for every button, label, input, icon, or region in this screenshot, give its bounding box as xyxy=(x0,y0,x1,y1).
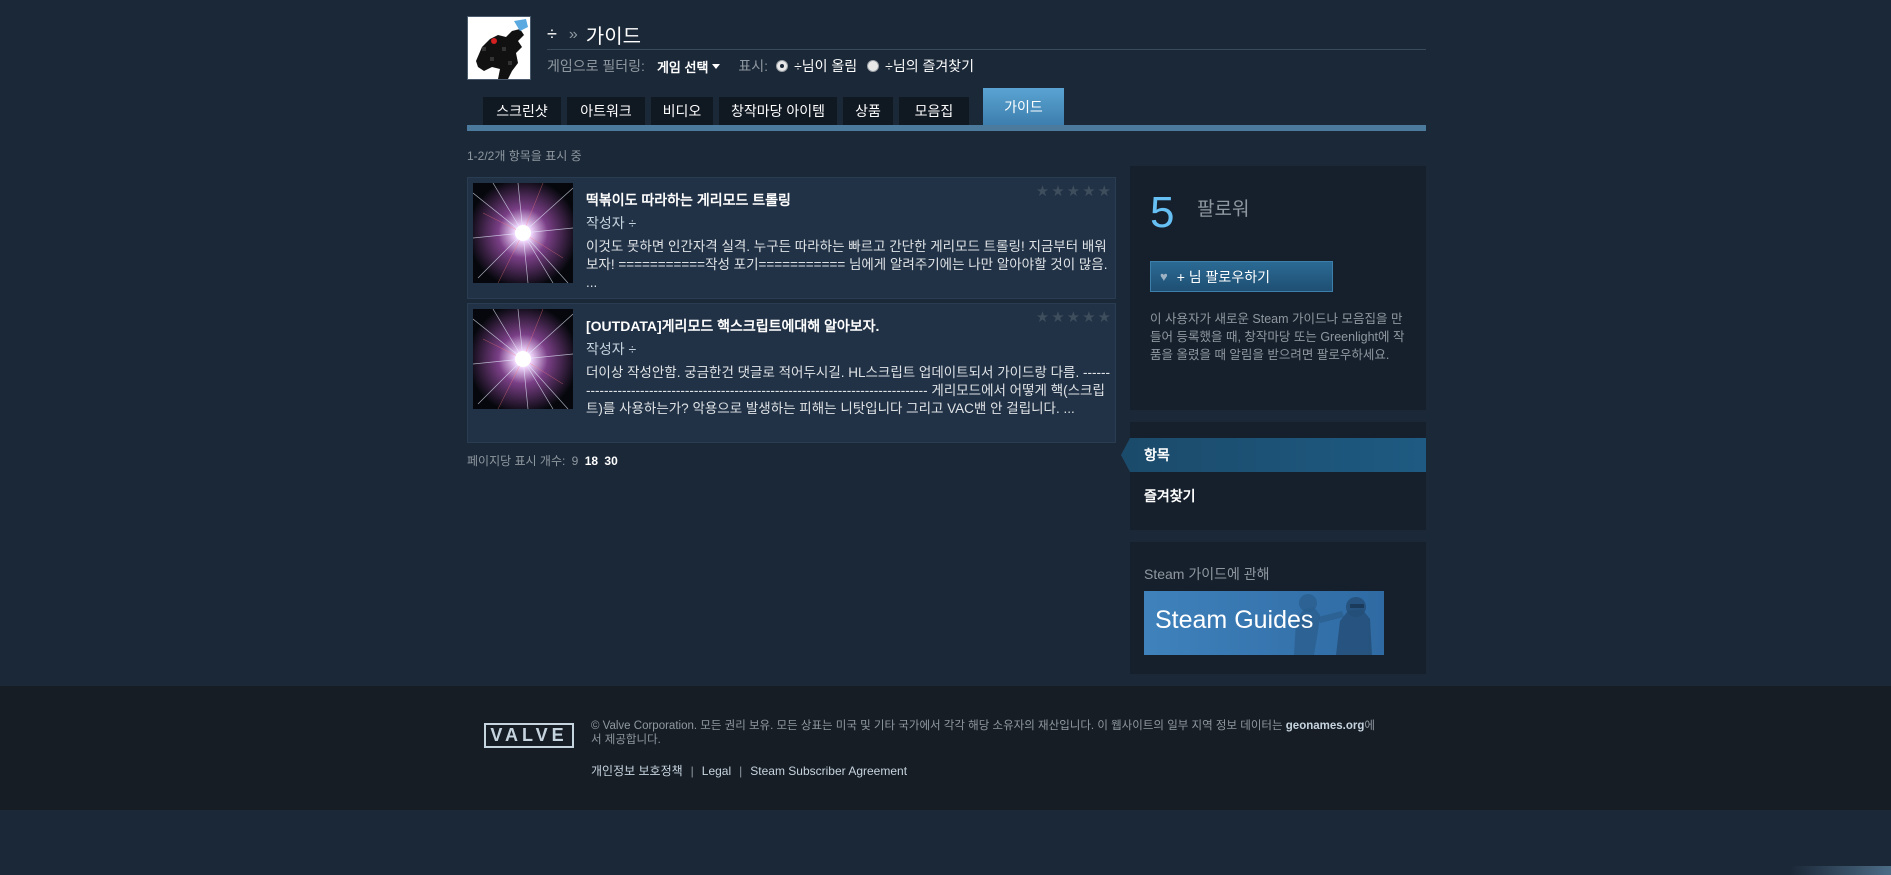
subscriber-agreement-link[interactable]: Steam Subscriber Agreement xyxy=(750,764,907,778)
game-select-dropdown[interactable]: 게임 선택 xyxy=(656,57,721,76)
tab-workshop-items[interactable]: 창작마당 아이템 xyxy=(719,97,837,125)
guide-thumbnail[interactable] xyxy=(473,183,573,283)
tab-bar: 스크린샷 아트워크 비디오 창작마당 아이템 상품 모음집 가이드 xyxy=(467,88,1426,131)
results-count: 1-2/2개 항목을 표시 중 xyxy=(467,149,582,163)
guide-title[interactable]: [OUTDATA]게리모드 핵스크립트에대해 알아보자. xyxy=(586,316,879,336)
profile-header: ÷ » 가이드 게임으로 필터링: 게임 선택 표시: ÷님이 올림 ÷님의 즐… xyxy=(467,16,1426,80)
copyright-text: © Valve Corporation. 모든 권리 보유. 모든 상표는 미국… xyxy=(591,720,1286,732)
follow-description: 이 사용자가 새로운 Steam 가이드나 모음집을 만들어 등록했을 때, 창… xyxy=(1150,312,1405,362)
avatar[interactable] xyxy=(467,16,531,80)
star-icon: ★ xyxy=(1097,183,1111,200)
follow-button[interactable]: ♥ + 님 팔로우하기 xyxy=(1150,261,1333,292)
follow-button-label: + 님 팔로우하기 xyxy=(1176,268,1270,285)
radio-uploaded[interactable] xyxy=(776,60,789,72)
guide-author: 작성자 ÷ xyxy=(586,215,637,231)
tab-merchandise[interactable]: 상품 xyxy=(843,97,893,125)
main-area: ÷ » 가이드 게임으로 필터링: 게임 선택 표시: ÷님이 올림 ÷님의 즐… xyxy=(0,0,1891,686)
tab-artwork[interactable]: 아트워크 xyxy=(567,97,645,125)
breadcrumb-separator: » xyxy=(568,25,578,43)
nav-item-favorites[interactable]: 즐겨찾기 xyxy=(1144,486,1196,506)
guide-author: 작성자 ÷ xyxy=(586,341,637,357)
footer-links: 개인정보 보호정책 | Legal | Steam Subscriber Agr… xyxy=(591,762,907,779)
star-icon: ★ xyxy=(1066,309,1081,326)
per-page-label: 페이지당 표시 개수: xyxy=(467,454,566,468)
heart-icon: ♥ xyxy=(1160,269,1168,284)
scroll-indicator xyxy=(1790,866,1891,875)
page-title: 가이드 xyxy=(585,26,641,48)
avatar-image xyxy=(468,17,530,79)
banner-text: Steam Guides xyxy=(1155,606,1314,634)
guide-description: 더이상 작성안함. 궁금한건 댓글로 적어두시길. HL스크립트 업데이트되서 … xyxy=(586,365,1110,416)
geonames-link[interactable]: geonames.org xyxy=(1286,720,1365,732)
star-icon: ★ xyxy=(1051,183,1065,200)
star-icon: ★ xyxy=(1051,309,1065,326)
filter-row: 게임으로 필터링: 게임 선택 표시: ÷님이 올림 ÷님의 즐겨찾기 xyxy=(547,54,1426,78)
guide-thumbnail[interactable] xyxy=(473,309,573,409)
show-label: 표시: xyxy=(738,58,769,74)
tab-underline xyxy=(467,125,1426,131)
page: ÷ » 가이드 게임으로 필터링: 게임 선택 표시: ÷님이 올림 ÷님의 즐… xyxy=(0,0,1891,875)
about-guides-panel: Steam 가이드에 관해 Steam Guides xyxy=(1130,542,1426,674)
about-title: Steam 가이드에 관해 xyxy=(1144,566,1270,582)
tab-screenshots[interactable]: 스크린샷 xyxy=(483,97,561,125)
per-page-option-9[interactable]: 9 xyxy=(572,454,579,468)
guide-item[interactable]: 떡볶이도 따라하는 게리모드 트롤링 작성자 ÷ 이것도 못하면 인간자격 실격… xyxy=(467,177,1116,299)
per-page-option-18[interactable]: 18 xyxy=(585,454,598,468)
starburst-image xyxy=(473,309,573,409)
rating-stars: ★ ★ ★ ★ ★ xyxy=(1036,310,1111,325)
starburst-image xyxy=(473,183,573,283)
guide-description: 이것도 못하면 인간자격 실격. 누구든 따라하는 빠르고 간단한 게리모드 트… xyxy=(586,239,1108,290)
footer-copyright: © Valve Corporation. 모든 권리 보유. 모든 상표는 미국… xyxy=(591,719,1381,747)
star-icon: ★ xyxy=(1035,183,1050,200)
follower-label: 팔로워 xyxy=(1197,199,1250,220)
privacy-policy-link[interactable]: 개인정보 보호정책 xyxy=(591,762,683,779)
tab-videos[interactable]: 비디오 xyxy=(651,97,713,125)
per-page-option-30[interactable]: 30 xyxy=(604,454,617,468)
star-icon: ★ xyxy=(1082,183,1096,200)
tab-guides[interactable]: 가이드 xyxy=(983,88,1064,125)
steam-guides-banner[interactable]: Steam Guides xyxy=(1144,591,1384,655)
radio-uploaded-label[interactable]: ÷님이 올림 xyxy=(794,56,857,76)
star-icon: ★ xyxy=(1035,309,1050,326)
username-link[interactable]: ÷ xyxy=(547,24,557,45)
per-page-selector: 페이지당 표시 개수: 9 18 30 xyxy=(467,452,618,469)
star-icon: ★ xyxy=(1066,183,1081,200)
guide-title[interactable]: 떡볶이도 따라하는 게리모드 트롤링 xyxy=(586,190,791,210)
legal-link[interactable]: Legal xyxy=(702,764,731,778)
radio-favorites-label[interactable]: ÷님의 즐겨찾기 xyxy=(885,56,974,76)
nav-arrow-icon xyxy=(1121,438,1130,472)
guide-item[interactable]: [OUTDATA]게리모드 핵스크립트에대해 알아보자. 작성자 ÷ 더이상 작… xyxy=(467,303,1116,443)
footer-separator: | xyxy=(739,763,743,778)
follower-count: 5 xyxy=(1150,188,1175,237)
star-icon: ★ xyxy=(1082,309,1096,326)
rating-stars: ★ ★ ★ ★ ★ xyxy=(1036,184,1111,199)
game-select-label: 게임 선택 xyxy=(656,59,709,75)
chevron-down-icon xyxy=(712,63,721,69)
title-row: ÷ » 가이드 xyxy=(547,20,1426,50)
tab-collections[interactable]: 모음집 xyxy=(899,97,969,125)
follow-panel: 5 팔로워 ♥ + 님 팔로우하기 이 사용자가 새로운 Steam 가이드나 … xyxy=(1130,166,1426,410)
footer: VALVE © Valve Corporation. 모든 권리 보유. 모든 … xyxy=(0,686,1891,810)
valve-logo[interactable]: VALVE xyxy=(484,723,574,748)
filter-label: 게임으로 필터링: xyxy=(547,58,645,74)
star-icon: ★ xyxy=(1097,309,1111,326)
nav-item-items[interactable]: 항목 xyxy=(1130,438,1426,472)
section-nav: 항목 즐겨찾기 xyxy=(1121,422,1426,530)
footer-separator: | xyxy=(690,763,694,778)
radio-favorites[interactable] xyxy=(867,60,880,72)
